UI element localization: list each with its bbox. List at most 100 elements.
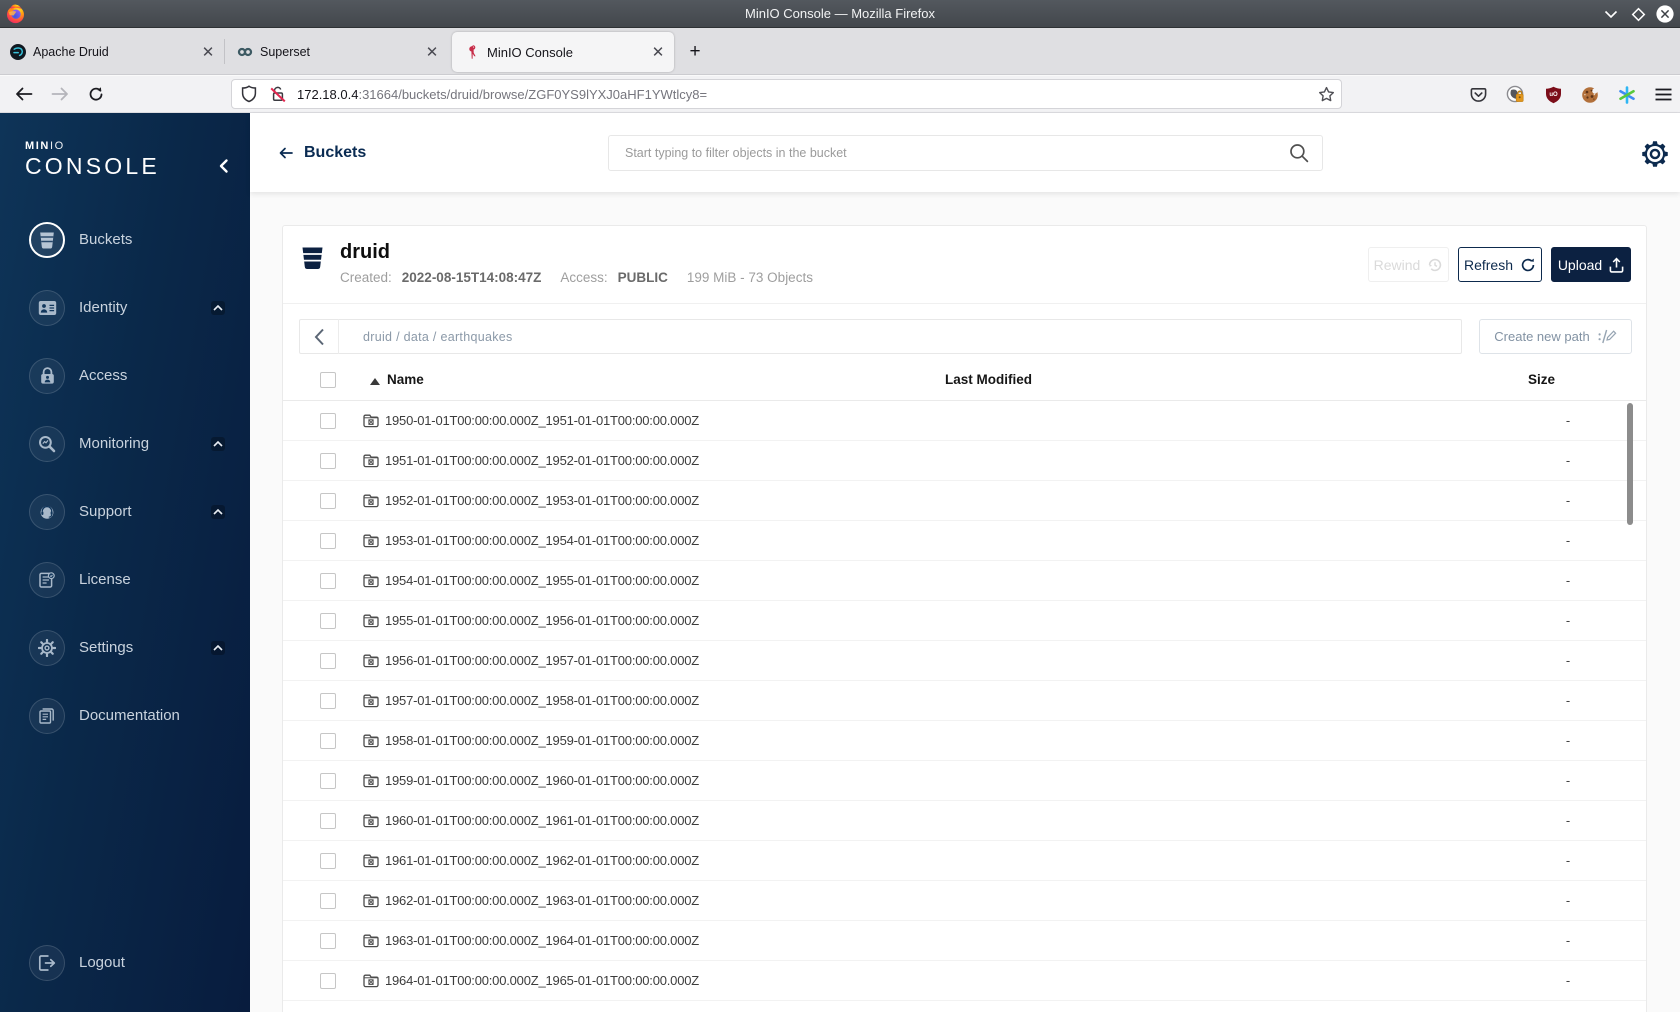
filter-objects-input[interactable] — [625, 146, 1288, 160]
sidebar-item-buckets[interactable]: Buckets — [0, 216, 250, 264]
sidebar-collapse-icon[interactable] — [214, 156, 234, 176]
object-name[interactable]: 1953-01-01T00:00:00.000Z_1954-01-01T00:0… — [385, 521, 699, 561]
row-checkbox[interactable] — [320, 773, 336, 789]
insecure-lock-icon[interactable] — [269, 85, 287, 103]
table-row[interactable]: 1952-01-01T00:00:00.000Z_1953-01-01T00:0… — [283, 481, 1646, 521]
chevron-up-icon[interactable] — [211, 301, 225, 315]
table-row[interactable]: 1959-01-01T00:00:00.000Z_1960-01-01T00:0… — [283, 761, 1646, 801]
sidebar-item-support[interactable]: Support — [0, 488, 250, 536]
reload-button[interactable] — [82, 80, 110, 108]
object-name[interactable]: 1960-01-01T00:00:00.000Z_1961-01-01T00:0… — [385, 801, 699, 841]
table-row[interactable]: 1954-01-01T00:00:00.000Z_1955-01-01T00:0… — [283, 561, 1646, 601]
new-tab-button[interactable]: + — [682, 39, 708, 65]
row-checkbox[interactable] — [320, 933, 336, 949]
menu-hamburger-icon[interactable] — [1655, 88, 1672, 101]
object-name[interactable]: 1958-01-01T00:00:00.000Z_1959-01-01T00:0… — [385, 721, 699, 761]
row-checkbox[interactable] — [320, 853, 336, 869]
colorful-asterisk-extension-icon[interactable] — [1618, 85, 1636, 104]
row-checkbox[interactable] — [320, 533, 336, 549]
row-checkbox[interactable] — [320, 893, 336, 909]
object-name[interactable]: 1962-01-01T00:00:00.000Z_1963-01-01T00:0… — [385, 881, 699, 921]
tab-close-icon[interactable]: ✕ — [196, 43, 220, 61]
back-button[interactable] — [10, 80, 38, 108]
table-scrollbar-thumb[interactable] — [1627, 403, 1633, 525]
row-checkbox[interactable] — [320, 733, 336, 749]
object-name[interactable]: 1950-01-01T00:00:00.000Z_1951-01-01T00:0… — [385, 401, 699, 441]
row-checkbox[interactable] — [320, 973, 336, 989]
url-bar[interactable]: 172.18.0.4:31664/buckets/druid/browse/ZG… — [231, 79, 1342, 109]
console-settings-gear-icon[interactable] — [1642, 141, 1668, 167]
sidebar-item-logout[interactable]: Logout — [0, 939, 250, 987]
row-checkbox[interactable] — [320, 573, 336, 589]
chevron-up-icon[interactable] — [211, 505, 225, 519]
create-new-path-button[interactable]: Create new path — [1479, 319, 1632, 354]
refresh-button[interactable]: Refresh — [1458, 247, 1542, 282]
row-checkbox[interactable] — [320, 813, 336, 829]
row-checkbox[interactable] — [320, 653, 336, 669]
column-header-size[interactable]: Size — [1528, 372, 1555, 387]
sidebar-item-settings[interactable]: Settings — [0, 624, 250, 672]
window-maximize-icon[interactable] — [1629, 5, 1647, 23]
table-row[interactable]: 1951-01-01T00:00:00.000Z_1952-01-01T00:0… — [283, 441, 1646, 481]
table-row[interactable]: 1953-01-01T00:00:00.000Z_1954-01-01T00:0… — [283, 521, 1646, 561]
firefox-window: MinIO Console — Mozilla Firefox Apache D… — [0, 0, 1680, 1012]
tab-minio-console[interactable]: MinIO Console ✕ — [452, 32, 674, 72]
sort-ascending-icon[interactable] — [370, 378, 380, 385]
row-checkbox[interactable] — [320, 413, 336, 429]
sidebar-item-access[interactable]: Access — [0, 352, 250, 400]
row-checkbox[interactable] — [320, 493, 336, 509]
column-header-last-modified[interactable]: Last Modified — [945, 372, 1032, 387]
sidebar-item-documentation[interactable]: Documentation — [0, 692, 250, 740]
rewind-button[interactable]: Rewind — [1368, 247, 1449, 282]
tab-apache-druid[interactable]: Apache Druid ✕ — [0, 28, 224, 75]
object-name[interactable]: 1963-01-01T00:00:00.000Z_1964-01-01T00:0… — [385, 921, 699, 961]
breadcrumb-path[interactable]: druid / data / earthquakes — [363, 330, 513, 344]
table-row[interactable]: 1950-01-01T00:00:00.000Z_1951-01-01T00:0… — [283, 401, 1646, 441]
table-row[interactable]: 1960-01-01T00:00:00.000Z_1961-01-01T00:0… — [283, 801, 1646, 841]
table-row[interactable]: 1955-01-01T00:00:00.000Z_1956-01-01T00:0… — [283, 601, 1646, 641]
tab-close-icon[interactable]: ✕ — [420, 43, 444, 61]
object-name[interactable]: 1961-01-01T00:00:00.000Z_1962-01-01T00:0… — [385, 841, 699, 881]
table-row[interactable]: 1957-01-01T00:00:00.000Z_1958-01-01T00:0… — [283, 681, 1646, 721]
pocket-extension-icon[interactable] — [1470, 86, 1487, 103]
back-to-buckets[interactable]: Buckets — [279, 113, 366, 192]
window-close-icon[interactable] — [1656, 5, 1674, 23]
bookmark-star-icon[interactable] — [1318, 86, 1335, 103]
ublock-extension-icon[interactable]: uO — [1545, 86, 1562, 104]
row-checkbox[interactable] — [320, 453, 336, 469]
object-name[interactable]: 1964-01-01T00:00:00.000Z_1965-01-01T00:0… — [385, 961, 699, 1001]
window-minimize-icon[interactable] — [1602, 5, 1620, 23]
chevron-up-icon[interactable] — [211, 437, 225, 451]
table-row[interactable]: 1963-01-01T00:00:00.000Z_1964-01-01T00:0… — [283, 921, 1646, 961]
cookie-extension-icon[interactable] — [1581, 86, 1599, 104]
table-row[interactable]: 1961-01-01T00:00:00.000Z_1962-01-01T00:0… — [283, 841, 1646, 881]
object-name[interactable]: 1954-01-01T00:00:00.000Z_1955-01-01T00:0… — [385, 561, 699, 601]
table-row[interactable]: 1962-01-01T00:00:00.000Z_1963-01-01T00:0… — [283, 881, 1646, 921]
table-row[interactable]: 1958-01-01T00:00:00.000Z_1959-01-01T00:0… — [283, 721, 1646, 761]
table-row[interactable]: 1956-01-01T00:00:00.000Z_1957-01-01T00:0… — [283, 641, 1646, 681]
table-row[interactable]: 1964-01-01T00:00:00.000Z_1965-01-01T00:0… — [283, 961, 1646, 1001]
upload-button[interactable]: Upload — [1551, 247, 1631, 282]
object-name[interactable]: 1951-01-01T00:00:00.000Z_1952-01-01T00:0… — [385, 441, 699, 481]
tracking-shield-icon[interactable] — [241, 85, 257, 103]
sidebar-item-identity[interactable]: Identity — [0, 284, 250, 332]
column-header-name[interactable]: Name — [387, 372, 424, 387]
object-name[interactable]: 1956-01-01T00:00:00.000Z_1957-01-01T00:0… — [385, 641, 699, 681]
forward-button[interactable] — [46, 80, 74, 108]
tab-close-icon[interactable]: ✕ — [646, 43, 670, 61]
privacy-extension-icon[interactable] — [1506, 85, 1526, 105]
folder-object-icon — [363, 534, 379, 548]
row-checkbox[interactable] — [320, 613, 336, 629]
object-name[interactable]: 1955-01-01T00:00:00.000Z_1956-01-01T00:0… — [385, 601, 699, 641]
row-checkbox[interactable] — [320, 693, 336, 709]
object-name[interactable]: 1959-01-01T00:00:00.000Z_1960-01-01T00:0… — [385, 761, 699, 801]
object-name[interactable]: 1952-01-01T00:00:00.000Z_1953-01-01T00:0… — [385, 481, 699, 521]
sidebar-item-license[interactable]: License — [0, 556, 250, 604]
chevron-up-icon[interactable] — [211, 641, 225, 655]
tab-superset[interactable]: Superset ✕ — [225, 28, 448, 75]
object-name[interactable]: 1957-01-01T00:00:00.000Z_1958-01-01T00:0… — [385, 681, 699, 721]
breadcrumb-back-icon[interactable] — [300, 319, 339, 354]
sidebar-item-monitoring[interactable]: Monitoring — [0, 420, 250, 468]
select-all-checkbox[interactable] — [320, 372, 336, 388]
sidebar-item-label: Access — [79, 367, 128, 384]
